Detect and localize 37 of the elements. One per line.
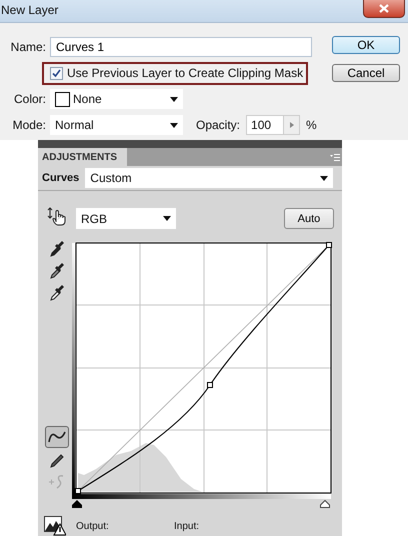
color-dropdown[interactable]: None — [50, 89, 183, 109]
dialog-button[interactable]: OK — [332, 36, 400, 54]
caret-icon — [170, 122, 178, 128]
field-label: Name: — [10, 40, 47, 54]
clipping-mask-checkbox[interactable]: Use Previous Layer to Create Clipping Mask — [42, 62, 308, 84]
caret-icon — [170, 96, 178, 102]
clip-warning-icon[interactable] — [44, 516, 66, 536]
caret-icon — [320, 176, 328, 180]
auto-button[interactable]: Auto — [284, 208, 334, 229]
curve-tool-button[interactable] — [45, 426, 69, 448]
dialog-button[interactable]: Cancel — [332, 64, 400, 82]
play-arrow-icon — [290, 122, 294, 128]
hand-adjust-icon[interactable] — [47, 206, 67, 226]
field-label: Mode: — [12, 118, 47, 132]
smooth-icon — [48, 474, 66, 490]
eyedropper-icon[interactable] — [49, 240, 65, 258]
unit-label: % — [306, 118, 317, 132]
color-swatch — [55, 92, 70, 106]
panel-tab[interactable]: ADJUSTMENTS — [38, 148, 128, 166]
eyedropper-icon[interactable] — [49, 284, 65, 302]
window-title: New Layer — [0, 2, 58, 17]
field-label: Color: — [12, 92, 47, 106]
eyedropper-icon[interactable] — [49, 262, 65, 280]
field-label: Opacity: — [196, 118, 240, 132]
adjustment-label: Curves — [42, 172, 80, 184]
mode-dropdown[interactable]: Normal — [50, 115, 183, 135]
name-field[interactable]: Curves 1 — [50, 37, 312, 57]
menu-icon[interactable] — [330, 154, 340, 160]
close-icon — [379, 4, 389, 13]
output-label: Output: — [76, 520, 110, 532]
preset-dropdown[interactable]: Custom — [85, 168, 334, 188]
opacity-field[interactable]: 100 — [246, 115, 300, 135]
input-label: Input: — [174, 520, 200, 532]
caret-icon — [163, 216, 171, 221]
stepper-button[interactable] — [283, 116, 300, 134]
close-button[interactable] — [363, 0, 405, 18]
channel-dropdown[interactable]: RGB — [76, 208, 176, 229]
